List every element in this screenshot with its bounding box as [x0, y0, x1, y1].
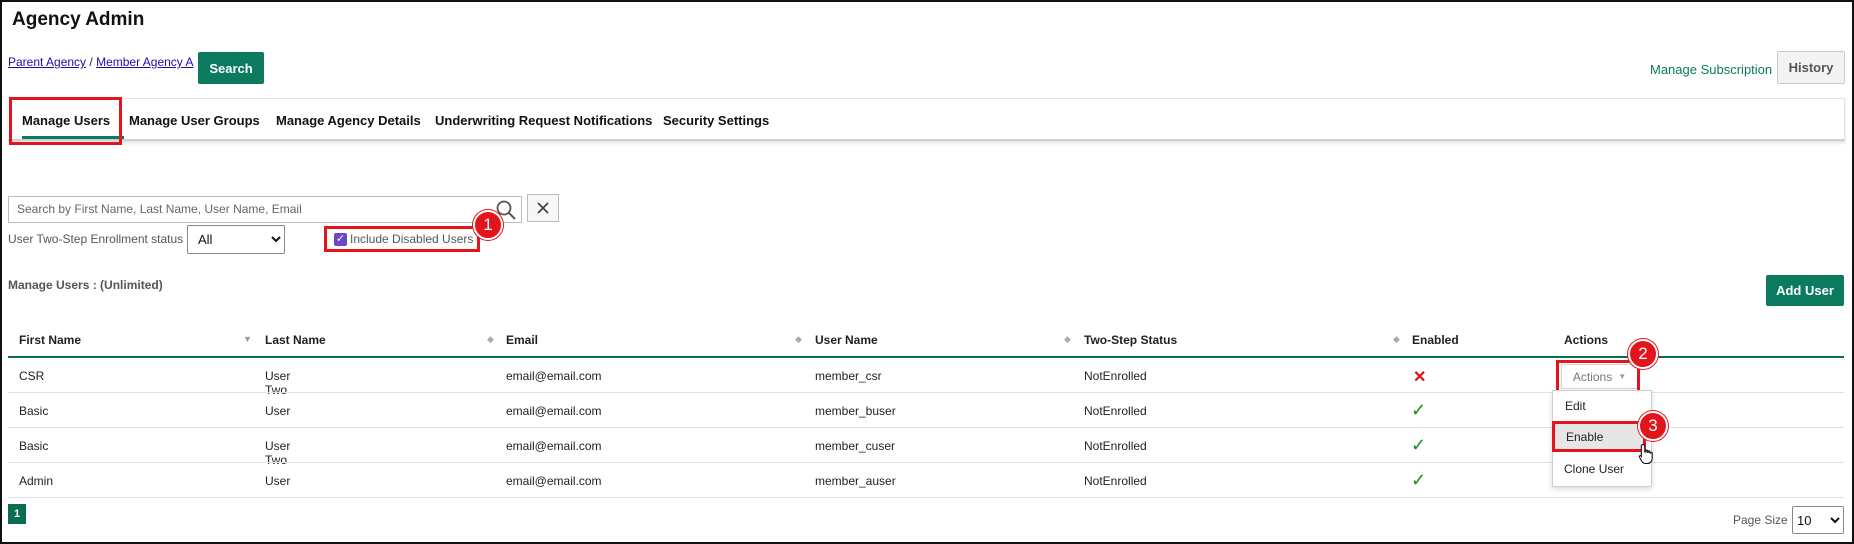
- enabled-check-icon: ✓: [1411, 470, 1427, 490]
- sort-icon[interactable]: ◆: [487, 334, 494, 345]
- enabled-check-icon: ✓: [1411, 400, 1427, 420]
- breadcrumb-separator: /: [89, 55, 93, 69]
- menu-item-clone-user[interactable]: Clone User: [1564, 462, 1624, 476]
- enrollment-status-select[interactable]: All: [187, 225, 285, 254]
- cell-first-name: Basic: [19, 439, 49, 453]
- column-header-email[interactable]: Email: [506, 333, 538, 347]
- cell-user-name: member_csr: [815, 369, 882, 383]
- cell-first-name: Admin: [19, 474, 54, 488]
- cell-two-step-status: NotEnrolled: [1084, 404, 1147, 418]
- search-field: [8, 196, 522, 223]
- column-header-actions: Actions: [1564, 333, 1609, 347]
- checkmark-icon: ✓: [335, 233, 346, 245]
- enrollment-status-label: User Two-Step Enrollment status: [8, 232, 184, 246]
- tab-manage-user-groups[interactable]: Manage User Groups: [129, 113, 260, 128]
- cell-last-name: User: [265, 474, 291, 488]
- table-header-divider: [8, 356, 1844, 358]
- cell-email: email@email.com: [506, 369, 602, 383]
- disabled-x-icon: ✕: [1413, 369, 1427, 386]
- hand-cursor-icon: [1638, 443, 1653, 465]
- cell-two-step-status: NotEnrolled: [1084, 369, 1147, 383]
- tab-security-settings[interactable]: Security Settings: [663, 113, 769, 128]
- column-header-last-name[interactable]: Last Name: [265, 333, 326, 347]
- cell-email: email@email.com: [506, 404, 602, 418]
- tab-manage-agency-details[interactable]: Manage Agency Details: [276, 113, 421, 128]
- manage-subscription-link[interactable]: Manage Subscription: [1650, 62, 1772, 77]
- search-button[interactable]: Search: [198, 52, 264, 84]
- sort-desc-icon[interactable]: ▼: [243, 334, 252, 344]
- include-disabled-checkbox[interactable]: ✓: [334, 233, 347, 246]
- tab-underwriting-request-notifications[interactable]: Underwriting Request Notifications: [435, 113, 652, 128]
- sort-icon[interactable]: ◆: [1064, 334, 1071, 345]
- breadcrumb: Parent Agency / Member Agency A: [8, 55, 193, 69]
- page-title: Agency Admin: [12, 9, 145, 30]
- add-user-button[interactable]: Add User: [1766, 275, 1844, 306]
- row-divider: [8, 497, 1844, 498]
- column-header-two-step-status[interactable]: Two-Step Status: [1084, 333, 1177, 347]
- step-marker-1: 1: [473, 210, 503, 240]
- cell-user-name: member_buser: [815, 404, 896, 418]
- tab-bar: Manage Users Manage User Groups Manage A…: [8, 98, 1845, 141]
- highlight-box-enable: [1552, 421, 1646, 452]
- cell-first-name: CSR: [19, 369, 45, 383]
- column-header-enabled[interactable]: Enabled: [1412, 333, 1459, 347]
- cell-last-name: User: [265, 404, 291, 418]
- page-size-select[interactable]: 10: [1792, 506, 1844, 534]
- column-header-first-name[interactable]: First Name: [19, 333, 81, 347]
- sort-icon[interactable]: ◆: [1393, 334, 1400, 345]
- cell-email: email@email.com: [506, 439, 602, 453]
- breadcrumb-parent-agency[interactable]: Parent Agency: [8, 55, 86, 69]
- column-header-user-name[interactable]: User Name: [815, 333, 878, 347]
- page-size-label: Page Size: [1733, 513, 1788, 527]
- manage-users-count: Manage Users : (Unlimited): [8, 278, 163, 292]
- menu-item-edit[interactable]: Edit: [1565, 399, 1586, 413]
- cell-email: email@email.com: [506, 474, 602, 488]
- cell-two-step-status: NotEnrolled: [1084, 474, 1147, 488]
- step-marker-2: 2: [1628, 339, 1658, 369]
- sort-icon[interactable]: ◆: [795, 334, 802, 345]
- highlight-box-tab: [9, 97, 122, 145]
- page-number-button[interactable]: 1: [8, 504, 26, 524]
- history-button[interactable]: History: [1777, 51, 1845, 84]
- include-disabled-label[interactable]: Include Disabled Users: [350, 232, 473, 246]
- step-marker-3: 3: [1638, 411, 1668, 441]
- search-input[interactable]: [9, 197, 505, 221]
- highlight-box-actions: [1556, 360, 1640, 393]
- cell-user-name: member_auser: [815, 474, 896, 488]
- breadcrumb-member-agency[interactable]: Member Agency A: [96, 55, 193, 69]
- cell-first-name: Basic: [19, 404, 49, 418]
- cell-user-name: member_cuser: [815, 439, 896, 453]
- clear-search-button[interactable]: [527, 194, 559, 222]
- enabled-check-icon: ✓: [1411, 435, 1427, 455]
- cell-two-step-status: NotEnrolled: [1084, 439, 1147, 453]
- close-icon: [537, 202, 549, 214]
